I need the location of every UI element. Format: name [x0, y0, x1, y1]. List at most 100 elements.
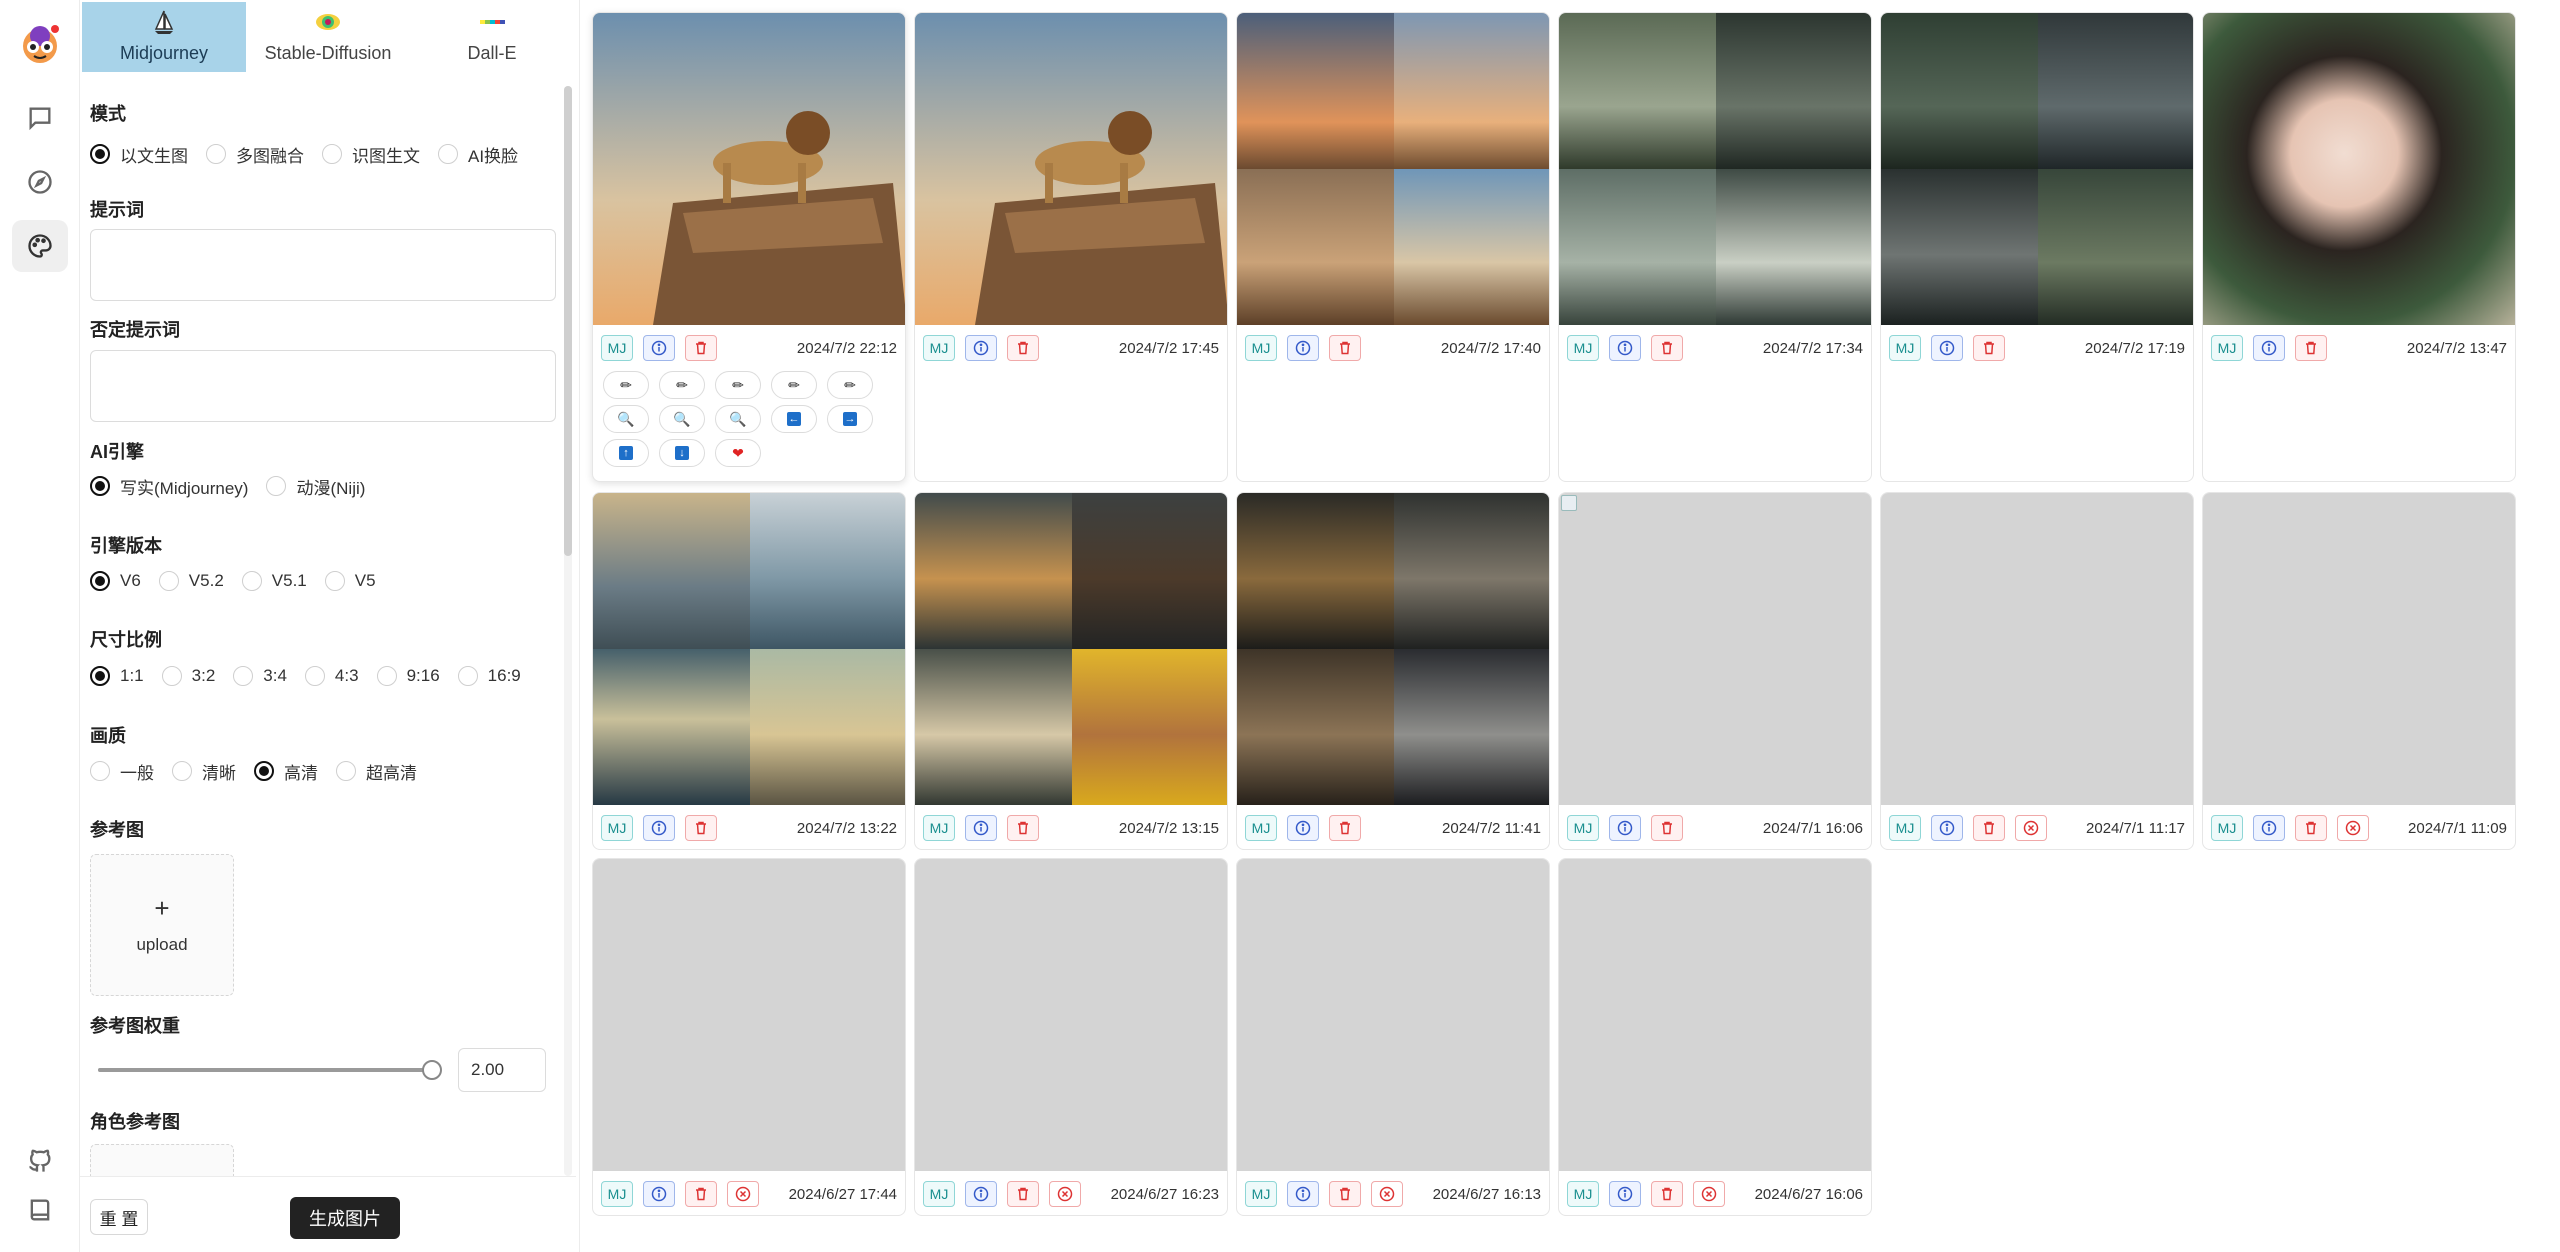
- info-icon[interactable]: [1931, 335, 1963, 361]
- tab-stable-diffusion[interactable]: Stable-Diffusion: [246, 2, 410, 72]
- upload-button[interactable]: + upload: [90, 854, 234, 996]
- pencil-icon[interactable]: ✏: [603, 371, 649, 399]
- arrow-down-icon[interactable]: ↓: [659, 439, 705, 467]
- ratio-option[interactable]: 4:3: [304, 666, 359, 686]
- info-icon[interactable]: [1609, 1181, 1641, 1207]
- image-card[interactable]: MJ 2024/7/2 11:41: [1236, 492, 1550, 850]
- image-card[interactable]: MJ 2024/7/1 11:09: [2202, 492, 2516, 850]
- engine-option[interactable]: 写实(Midjourney): [90, 474, 248, 499]
- quality-option[interactable]: 一般: [90, 759, 154, 784]
- pencil-icon[interactable]: ✏: [827, 371, 873, 399]
- delete-icon[interactable]: [1329, 335, 1361, 361]
- tab-dall-e[interactable]: Dall-E: [410, 2, 574, 72]
- mode-option[interactable]: AI换脸: [438, 142, 518, 167]
- negative-prompt-input[interactable]: [90, 350, 556, 422]
- delete-icon[interactable]: [1973, 815, 2005, 841]
- mode-option[interactable]: 识图生文: [322, 142, 420, 167]
- compass-icon[interactable]: [12, 156, 68, 208]
- delete-icon[interactable]: [2295, 335, 2327, 361]
- ratio-option[interactable]: 1:1: [90, 666, 144, 686]
- arrow-right-icon[interactable]: →: [827, 405, 873, 433]
- quality-option[interactable]: 超高清: [336, 759, 417, 784]
- failed-status-icon[interactable]: [1371, 1181, 1403, 1207]
- failed-status-icon[interactable]: [727, 1181, 759, 1207]
- delete-icon[interactable]: [685, 335, 717, 361]
- generated-image[interactable]: [1237, 859, 1549, 1171]
- image-card[interactable]: MJ 2024/7/2 17:40: [1236, 12, 1550, 482]
- info-icon[interactable]: [643, 1181, 675, 1207]
- pencil-icon[interactable]: ✏: [771, 371, 817, 399]
- magnifier-icon[interactable]: 🔍: [603, 405, 649, 433]
- delete-icon[interactable]: [1329, 815, 1361, 841]
- github-icon[interactable]: [12, 1134, 68, 1186]
- generated-image[interactable]: [915, 493, 1227, 805]
- quality-option[interactable]: 清晰: [172, 759, 236, 784]
- image-card[interactable]: MJ 2024/7/1 11:17: [1880, 492, 2194, 850]
- failed-status-icon[interactable]: [2015, 815, 2047, 841]
- reference-weight-input[interactable]: 2.00: [458, 1048, 546, 1092]
- failed-status-icon[interactable]: [1049, 1181, 1081, 1207]
- info-icon[interactable]: [1287, 1181, 1319, 1207]
- version-option[interactable]: V5.1: [241, 571, 307, 591]
- failed-status-icon[interactable]: [1693, 1181, 1725, 1207]
- image-card[interactable]: MJ 2024/7/2 17:34: [1558, 12, 1872, 482]
- generated-image[interactable]: [593, 859, 905, 1171]
- pencil-icon[interactable]: ✏: [715, 371, 761, 399]
- image-card[interactable]: MJ 2024/7/2 17:19: [1880, 12, 2194, 482]
- image-card[interactable]: MJ 2024/7/2 22:12 ✏ ✏ ✏ ✏ ✏ 🔍 🔍 🔍 ← → ↑ ↓ ❤: [592, 12, 906, 482]
- info-icon[interactable]: [1931, 815, 1963, 841]
- generated-image[interactable]: [593, 13, 905, 325]
- chat-icon[interactable]: [12, 92, 68, 144]
- info-icon[interactable]: [2253, 335, 2285, 361]
- image-card[interactable]: MJ 2024/6/27 16:23: [914, 858, 1228, 1216]
- mode-option[interactable]: 多图融合: [206, 142, 304, 167]
- book-icon[interactable]: [12, 1184, 68, 1236]
- delete-icon[interactable]: [1007, 335, 1039, 361]
- mode-option[interactable]: 以文生图: [90, 142, 188, 167]
- reference-weight-slider[interactable]: [98, 1060, 442, 1080]
- generated-image[interactable]: [1237, 13, 1549, 325]
- reset-button[interactable]: 重 置: [90, 1199, 148, 1235]
- tab-midjourney[interactable]: Midjourney: [82, 2, 246, 72]
- image-card[interactable]: MJ 2024/7/1 16:06: [1558, 492, 1872, 850]
- heart-icon[interactable]: ❤: [715, 439, 761, 467]
- delete-icon[interactable]: [1973, 335, 2005, 361]
- version-option[interactable]: V6: [90, 571, 141, 591]
- info-icon[interactable]: [965, 335, 997, 361]
- image-card[interactable]: MJ 2024/6/27 16:13: [1236, 858, 1550, 1216]
- generated-image[interactable]: [2203, 13, 2515, 325]
- image-card[interactable]: MJ 2024/7/2 13:47: [2202, 12, 2516, 482]
- image-card[interactable]: MJ 2024/6/27 17:44: [592, 858, 906, 1216]
- engine-option[interactable]: 动漫(Niji): [266, 474, 365, 499]
- panel-scrollbar[interactable]: [564, 86, 572, 556]
- ratio-option[interactable]: 3:4: [233, 666, 287, 686]
- delete-icon[interactable]: [1651, 815, 1683, 841]
- delete-icon[interactable]: [1329, 1181, 1361, 1207]
- generated-image[interactable]: [593, 493, 905, 805]
- pencil-icon[interactable]: ✏: [659, 371, 705, 399]
- delete-icon[interactable]: [1651, 1181, 1683, 1207]
- arrow-left-icon[interactable]: ←: [771, 405, 817, 433]
- generated-image[interactable]: [1559, 859, 1871, 1171]
- info-icon[interactable]: [965, 815, 997, 841]
- image-card[interactable]: MJ 2024/7/2 17:45: [914, 12, 1228, 482]
- generated-image[interactable]: [2203, 493, 2515, 805]
- generated-image[interactable]: [1559, 13, 1871, 325]
- generated-image[interactable]: [1559, 493, 1871, 805]
- delete-icon[interactable]: [1007, 1181, 1039, 1207]
- delete-icon[interactable]: [1651, 335, 1683, 361]
- info-icon[interactable]: [1287, 815, 1319, 841]
- arrow-up-icon[interactable]: ↑: [603, 439, 649, 467]
- version-option[interactable]: V5.2: [158, 571, 224, 591]
- delete-icon[interactable]: [685, 815, 717, 841]
- info-icon[interactable]: [1287, 335, 1319, 361]
- info-icon[interactable]: [643, 815, 675, 841]
- quality-option[interactable]: 高清: [254, 759, 318, 784]
- generate-button[interactable]: 生成图片: [290, 1197, 400, 1239]
- prompt-input[interactable]: [90, 229, 556, 301]
- magnifier-icon[interactable]: 🔍: [659, 405, 705, 433]
- version-option[interactable]: V5: [324, 571, 376, 591]
- palette-icon[interactable]: [12, 220, 68, 272]
- ratio-option[interactable]: 9:16: [376, 666, 440, 686]
- generated-image[interactable]: [915, 13, 1227, 325]
